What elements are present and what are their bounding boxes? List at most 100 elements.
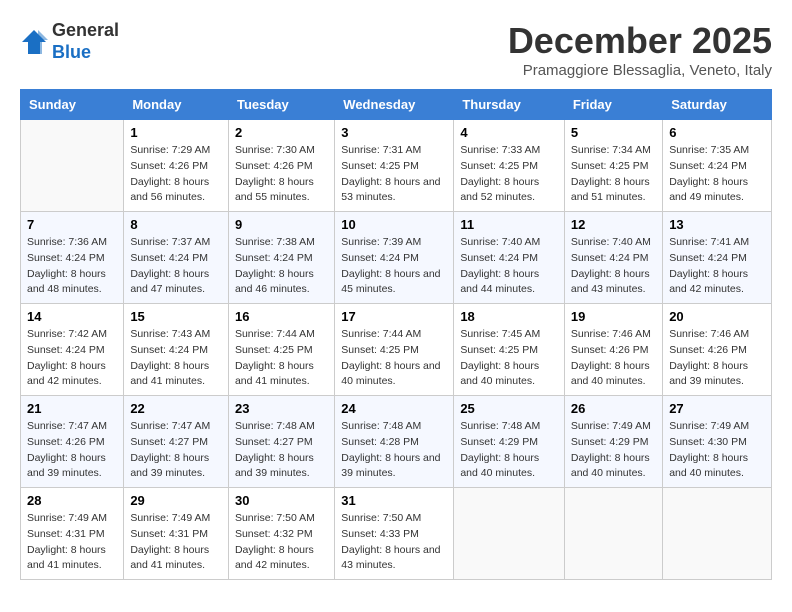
day-number: 20	[669, 309, 765, 324]
calendar-cell: 7 Sunrise: 7:36 AMSunset: 4:24 PMDaylight…	[21, 212, 124, 304]
day-number: 29	[130, 493, 222, 508]
calendar-cell: 19 Sunrise: 7:46 AMSunset: 4:26 PMDayligh…	[564, 304, 662, 396]
day-info: Sunrise: 7:44 AMSunset: 4:25 PMDaylight:…	[235, 327, 328, 390]
day-info: Sunrise: 7:49 AMSunset: 4:30 PMDaylight:…	[669, 419, 765, 482]
calendar-cell: 18 Sunrise: 7:45 AMSunset: 4:25 PMDayligh…	[454, 304, 565, 396]
day-number: 11	[460, 217, 558, 232]
logo: General Blue	[20, 20, 119, 63]
calendar-cell: 10 Sunrise: 7:39 AMSunset: 4:24 PMDayligh…	[335, 212, 454, 304]
day-info: Sunrise: 7:36 AMSunset: 4:24 PMDaylight:…	[27, 235, 117, 298]
calendar-cell: 25 Sunrise: 7:48 AMSunset: 4:29 PMDayligh…	[454, 396, 565, 488]
calendar-cell: 4 Sunrise: 7:33 AMSunset: 4:25 PMDaylight…	[454, 120, 565, 212]
weekday-header-monday: Monday	[124, 90, 229, 120]
day-info: Sunrise: 7:31 AMSunset: 4:25 PMDaylight:…	[341, 143, 447, 206]
day-info: Sunrise: 7:46 AMSunset: 4:26 PMDaylight:…	[571, 327, 656, 390]
calendar-cell: 9 Sunrise: 7:38 AMSunset: 4:24 PMDaylight…	[228, 212, 334, 304]
day-number: 10	[341, 217, 447, 232]
weekday-header-friday: Friday	[564, 90, 662, 120]
day-number: 9	[235, 217, 328, 232]
day-info: Sunrise: 7:39 AMSunset: 4:24 PMDaylight:…	[341, 235, 447, 298]
day-number: 28	[27, 493, 117, 508]
day-number: 16	[235, 309, 328, 324]
calendar-cell: 28 Sunrise: 7:49 AMSunset: 4:31 PMDayligh…	[21, 488, 124, 580]
calendar-cell: 1 Sunrise: 7:29 AMSunset: 4:26 PMDaylight…	[124, 120, 229, 212]
day-number: 26	[571, 401, 656, 416]
calendar-cell	[21, 120, 124, 212]
calendar-cell: 21 Sunrise: 7:47 AMSunset: 4:26 PMDayligh…	[21, 396, 124, 488]
day-info: Sunrise: 7:33 AMSunset: 4:25 PMDaylight:…	[460, 143, 558, 206]
day-number: 31	[341, 493, 447, 508]
day-number: 2	[235, 125, 328, 140]
day-number: 25	[460, 401, 558, 416]
logo-icon	[20, 28, 48, 56]
calendar-cell: 23 Sunrise: 7:48 AMSunset: 4:27 PMDayligh…	[228, 396, 334, 488]
day-info: Sunrise: 7:45 AMSunset: 4:25 PMDaylight:…	[460, 327, 558, 390]
day-number: 17	[341, 309, 447, 324]
day-number: 3	[341, 125, 447, 140]
calendar-cell: 14Sunrise: 7:42 AMSunset: 4:24 PMDayligh…	[21, 304, 124, 396]
day-info: Sunrise: 7:44 AMSunset: 4:25 PMDaylight:…	[341, 327, 447, 390]
day-number: 14	[27, 309, 117, 324]
day-info: Sunrise: 7:29 AMSunset: 4:26 PMDaylight:…	[130, 143, 222, 206]
day-number: 27	[669, 401, 765, 416]
day-number: 8	[130, 217, 222, 232]
day-number: 1	[130, 125, 222, 140]
day-number: 5	[571, 125, 656, 140]
weekday-header-tuesday: Tuesday	[228, 90, 334, 120]
day-info: Sunrise: 7:48 AMSunset: 4:27 PMDaylight:…	[235, 419, 328, 482]
day-info: Sunrise: 7:38 AMSunset: 4:24 PMDaylight:…	[235, 235, 328, 298]
weekday-header-saturday: Saturday	[663, 90, 772, 120]
calendar-cell: 27 Sunrise: 7:49 AMSunset: 4:30 PMDayligh…	[663, 396, 772, 488]
day-number: 24	[341, 401, 447, 416]
day-number: 22	[130, 401, 222, 416]
weekday-header-thursday: Thursday	[454, 90, 565, 120]
day-info: Sunrise: 7:47 AMSunset: 4:27 PMDaylight:…	[130, 419, 222, 482]
calendar-cell: 13Sunrise: 7:41 AMSunset: 4:24 PMDayligh…	[663, 212, 772, 304]
calendar-cell: 22 Sunrise: 7:47 AMSunset: 4:27 PMDayligh…	[124, 396, 229, 488]
calendar-cell: 3 Sunrise: 7:31 AMSunset: 4:25 PMDaylight…	[335, 120, 454, 212]
day-number: 13	[669, 217, 765, 232]
calendar-cell: 20 Sunrise: 7:46 AMSunset: 4:26 PMDayligh…	[663, 304, 772, 396]
logo-blue: Blue	[52, 42, 91, 62]
day-info: Sunrise: 7:43 AMSunset: 4:24 PMDaylight:…	[130, 327, 222, 390]
logo-general: General	[52, 20, 119, 40]
calendar-week-row: 1 Sunrise: 7:29 AMSunset: 4:26 PMDaylight…	[21, 120, 772, 212]
calendar-cell: 17 Sunrise: 7:44 AMSunset: 4:25 PMDayligh…	[335, 304, 454, 396]
calendar-cell: 2 Sunrise: 7:30 AMSunset: 4:26 PMDaylight…	[228, 120, 334, 212]
calendar-cell: 26 Sunrise: 7:49 AMSunset: 4:29 PMDayligh…	[564, 396, 662, 488]
day-info: Sunrise: 7:40 AMSunset: 4:24 PMDaylight:…	[571, 235, 656, 298]
weekday-header-row: SundayMondayTuesdayWednesdayThursdayFrid…	[21, 90, 772, 120]
day-info: Sunrise: 7:46 AMSunset: 4:26 PMDaylight:…	[669, 327, 765, 390]
day-number: 12	[571, 217, 656, 232]
calendar-cell: 15 Sunrise: 7:43 AMSunset: 4:24 PMDayligh…	[124, 304, 229, 396]
calendar-cell: 16 Sunrise: 7:44 AMSunset: 4:25 PMDayligh…	[228, 304, 334, 396]
calendar-cell: 11Sunrise: 7:40 AMSunset: 4:24 PMDayligh…	[454, 212, 565, 304]
day-number: 23	[235, 401, 328, 416]
day-number: 15	[130, 309, 222, 324]
calendar-cell: 30Sunrise: 7:50 AMSunset: 4:32 PMDayligh…	[228, 488, 334, 580]
day-info: Sunrise: 7:48 AMSunset: 4:29 PMDaylight:…	[460, 419, 558, 482]
day-info: Sunrise: 7:30 AMSunset: 4:26 PMDaylight:…	[235, 143, 328, 206]
day-info: Sunrise: 7:49 AMSunset: 4:31 PMDaylight:…	[130, 511, 222, 574]
day-info: Sunrise: 7:49 AMSunset: 4:29 PMDaylight:…	[571, 419, 656, 482]
day-number: 4	[460, 125, 558, 140]
day-info: Sunrise: 7:47 AMSunset: 4:26 PMDaylight:…	[27, 419, 117, 482]
day-info: Sunrise: 7:50 AMSunset: 4:33 PMDaylight:…	[341, 511, 447, 574]
location-subtitle: Pramaggiore Blessaglia, Veneto, Italy	[508, 62, 772, 79]
day-info: Sunrise: 7:34 AMSunset: 4:25 PMDaylight:…	[571, 143, 656, 206]
day-info: Sunrise: 7:35 AMSunset: 4:24 PMDaylight:…	[669, 143, 765, 206]
day-info: Sunrise: 7:37 AMSunset: 4:24 PMDaylight:…	[130, 235, 222, 298]
day-number: 21	[27, 401, 117, 416]
day-info: Sunrise: 7:49 AMSunset: 4:31 PMDaylight:…	[27, 511, 117, 574]
weekday-header-wednesday: Wednesday	[335, 90, 454, 120]
day-number: 18	[460, 309, 558, 324]
calendar-cell: 29 Sunrise: 7:49 AMSunset: 4:31 PMDayligh…	[124, 488, 229, 580]
day-info: Sunrise: 7:50 AMSunset: 4:32 PMDaylight:…	[235, 511, 328, 574]
calendar-cell	[663, 488, 772, 580]
calendar-cell: 6Sunrise: 7:35 AMSunset: 4:24 PMDaylight…	[663, 120, 772, 212]
day-number: 19	[571, 309, 656, 324]
day-number: 7	[27, 217, 117, 232]
calendar-week-row: 14Sunrise: 7:42 AMSunset: 4:24 PMDayligh…	[21, 304, 772, 396]
calendar-week-row: 21 Sunrise: 7:47 AMSunset: 4:26 PMDayligh…	[21, 396, 772, 488]
calendar-week-row: 28 Sunrise: 7:49 AMSunset: 4:31 PMDayligh…	[21, 488, 772, 580]
